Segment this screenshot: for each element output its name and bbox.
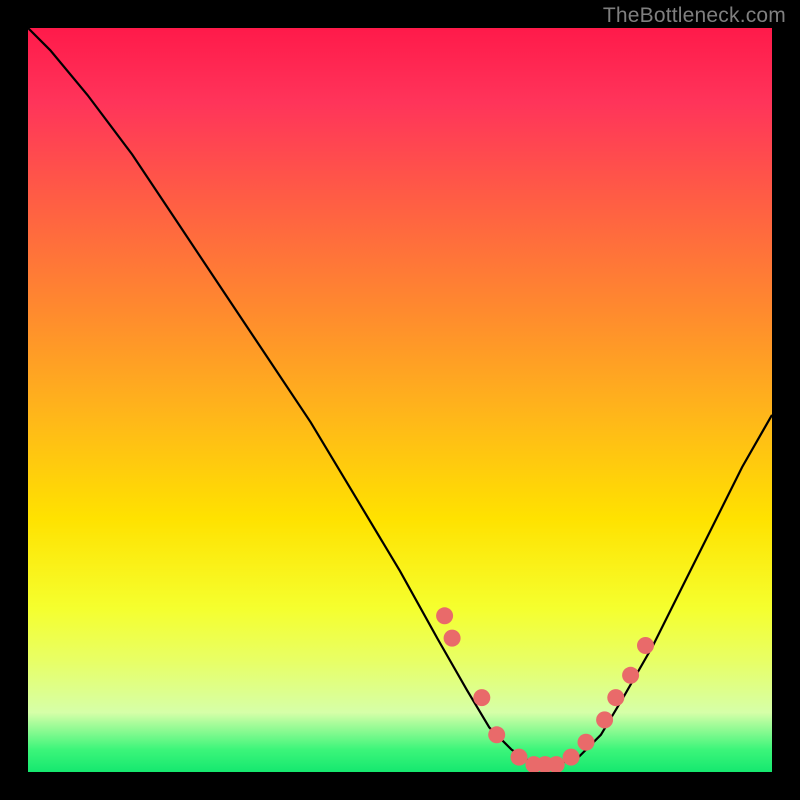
chart-frame: TheBottleneck.com (0, 0, 800, 800)
chart-plot-area (28, 28, 772, 772)
chart-marker (607, 689, 624, 706)
chart-marker (444, 630, 461, 647)
chart-marker (511, 749, 528, 766)
watermark-label: TheBottleneck.com (603, 4, 786, 28)
chart-marker (473, 689, 490, 706)
chart-marker (637, 637, 654, 654)
chart-marker (488, 726, 505, 743)
chart-svg (28, 28, 772, 772)
chart-marker (596, 711, 613, 728)
chart-markers (436, 607, 654, 772)
chart-marker (622, 667, 639, 684)
chart-marker (563, 749, 580, 766)
chart-marker (436, 607, 453, 624)
chart-marker (578, 734, 595, 751)
bottleneck-curve (28, 28, 772, 765)
